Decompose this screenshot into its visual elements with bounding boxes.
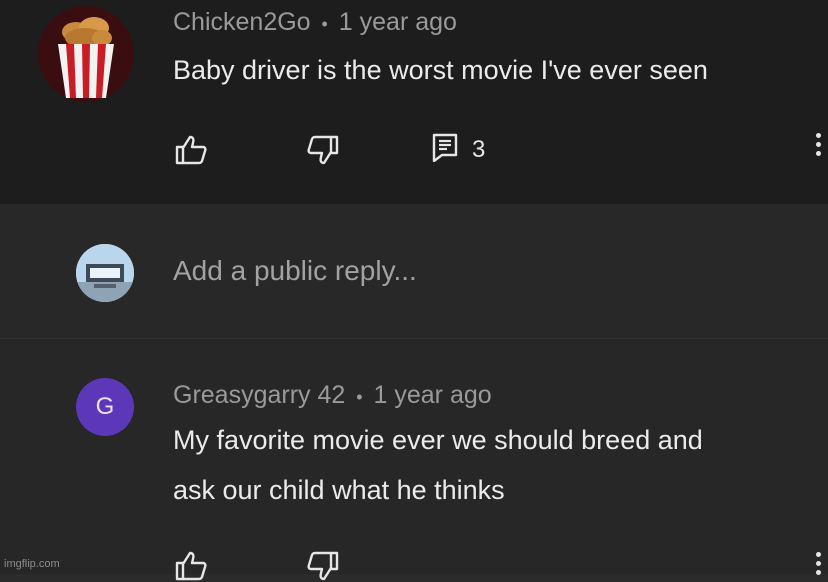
thumbs-down-icon[interactable] [306, 134, 340, 166]
reply-time[interactable]: 1 year ago [374, 381, 492, 409]
reply-section [0, 339, 828, 574]
reply-input[interactable]: Add a public reply... [173, 255, 417, 287]
reply-count[interactable]: 3 [472, 136, 485, 164]
separator-dot: • [356, 387, 363, 407]
comment-time[interactable]: 1 year ago [339, 8, 457, 36]
avatar-current-user [76, 244, 134, 302]
reply-author[interactable]: Greasygarry 42 [173, 381, 345, 409]
reply-thumbs-up-icon[interactable] [174, 550, 208, 582]
imgflip-watermark: imgflip.com [4, 558, 60, 570]
reply-more-options-icon[interactable] [816, 552, 822, 579]
user-avatar-image-icon [76, 244, 134, 302]
avatar-chicken-bucket[interactable] [38, 6, 134, 102]
reply-comment-icon[interactable] [431, 132, 459, 162]
reply-meta: Greasygarry 42 • 1 year ago [173, 381, 492, 410]
thumbs-up-icon[interactable] [174, 134, 208, 166]
comment-text: Baby driver is the worst movie I've ever… [173, 55, 708, 85]
reply-text-line-2: ask our child what he thinks [173, 475, 505, 505]
reply-thumbs-down-icon[interactable] [306, 550, 340, 582]
avatar-greasygarry[interactable]: G [76, 378, 134, 436]
more-options-icon[interactable] [816, 133, 822, 160]
comment-meta: Chicken2Go • 1 year ago [173, 8, 457, 37]
separator-dot: • [321, 14, 328, 34]
comment-author[interactable]: Chicken2Go [173, 8, 311, 36]
reply-text-line-1: My favorite movie ever we should breed a… [173, 425, 703, 455]
chicken-bucket-icon [58, 17, 114, 98]
